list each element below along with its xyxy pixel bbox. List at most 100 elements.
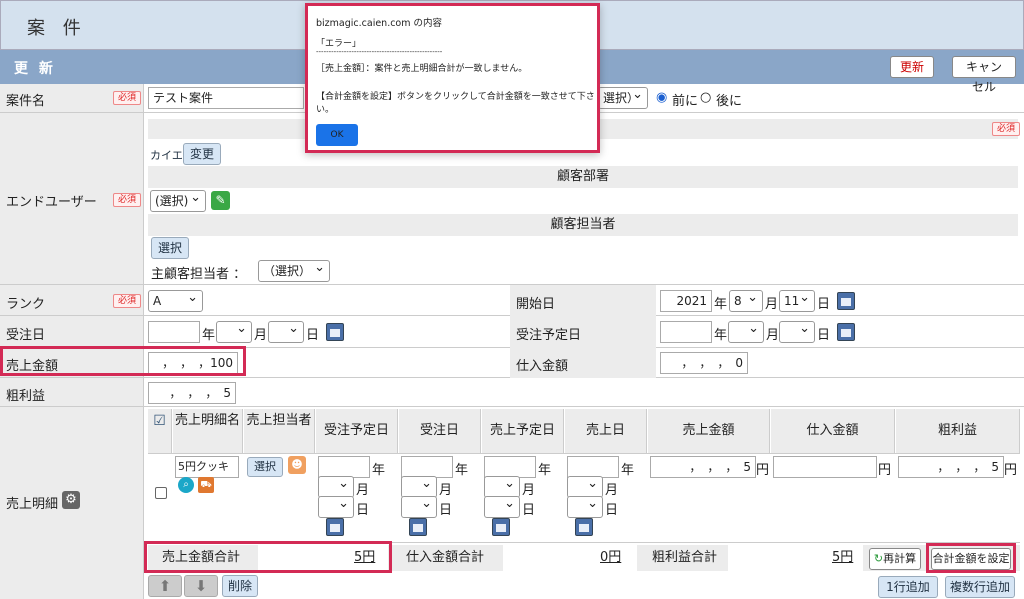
required-badge: 必須 — [113, 91, 141, 105]
day-unit: 日 — [522, 503, 536, 518]
case-name-input[interactable]: テスト案件 — [148, 87, 304, 109]
add-row-button[interactable]: 1行追加 — [878, 576, 938, 598]
page-title: 案 件 — [27, 18, 87, 39]
detail-day-select[interactable] — [484, 494, 520, 518]
col-header: 受注予定日 — [316, 409, 398, 453]
purchase-amount-input[interactable]: ， ， ， 0 — [660, 352, 748, 374]
month-unit: 月 — [766, 328, 780, 343]
case-name-label: 案件名 — [6, 94, 46, 109]
main-contact-select[interactable]: （選択） — [258, 258, 330, 282]
recalc-label: 再計算 — [883, 552, 917, 565]
recalc-button[interactable]: ↻再計算 — [869, 548, 921, 570]
dept-select[interactable]: (選択) — [150, 188, 206, 212]
start-date-label: 開始日 — [516, 297, 556, 312]
planned-month-select[interactable] — [728, 319, 764, 343]
radio-before-icon[interactable]: ◉ — [656, 90, 667, 105]
year-unit: 年 — [538, 463, 552, 478]
col-header: 受注日 — [399, 409, 481, 453]
purchase-amount-label: 仕入金額 — [516, 359, 569, 374]
ok-button[interactable]: OK — [316, 124, 358, 146]
month-unit: 月 — [522, 483, 536, 498]
move-down-icon[interactable]: ⬇ — [184, 575, 218, 597]
calendar-icon[interactable] — [409, 518, 427, 536]
delete-button[interactable]: 削除 — [222, 575, 258, 597]
year-unit: 年 — [455, 463, 469, 478]
start-year-input[interactable]: 2021 — [660, 290, 712, 312]
sales-total-highlight — [144, 541, 392, 573]
calendar-icon[interactable] — [575, 518, 593, 536]
update-button[interactable]: 更新 — [890, 56, 934, 78]
calendar-icon[interactable] — [326, 518, 344, 536]
detail-purchase-input[interactable] — [773, 456, 877, 478]
rank-label: ランク — [6, 297, 46, 312]
detail-day-select[interactable] — [401, 494, 437, 518]
calendar-icon[interactable] — [326, 323, 344, 341]
col-header: 売上金額 — [648, 409, 770, 453]
start-month-select[interactable]: 8 — [729, 288, 763, 312]
radio-before-label: 前に — [672, 94, 699, 109]
order-date-row: 受注日 年 月 日 受注予定日 年 月 日 — [0, 316, 1024, 348]
radio-after-label: 後に — [716, 94, 743, 109]
month-unit: 月 — [765, 297, 779, 312]
required-badge: 必須 — [113, 193, 141, 207]
day-unit: 日 — [817, 328, 831, 343]
radio-after-icon[interactable]: ○ — [700, 90, 711, 105]
dept-header: 顧客部署 — [148, 166, 1018, 188]
month-unit: 月 — [356, 483, 370, 498]
gear-icon[interactable]: ⚙ — [62, 491, 80, 509]
set-total-highlight — [926, 543, 1016, 573]
cart-icon[interactable]: ⛟ — [198, 477, 214, 493]
move-up-icon[interactable]: ⬆ — [148, 575, 182, 597]
add-multiple-rows-button[interactable]: 複数行追加 — [945, 576, 1015, 598]
day-unit: 日 — [605, 503, 619, 518]
case-position-select[interactable]: 選択） — [598, 85, 648, 109]
order-date-label: 受注日 — [6, 328, 46, 343]
check-all-icon[interactable]: ☑ — [153, 413, 166, 429]
dialog-message: 【合計金額を設定】ボタンをクリックして合計金額を一致させて下さい。 — [316, 92, 595, 115]
planned-day-select[interactable] — [779, 319, 815, 343]
gross-profit-input[interactable]: ， ， ， 5 — [148, 382, 236, 404]
year-unit: 年 — [372, 463, 386, 478]
detail-sales-input[interactable]: ， ， ， 5 — [650, 456, 756, 478]
year-unit: 年 — [714, 328, 728, 343]
yen-unit: 円 — [756, 463, 770, 478]
order-day-select[interactable] — [268, 319, 304, 343]
planned-year-input[interactable] — [660, 321, 712, 343]
order-year-input[interactable] — [148, 321, 200, 343]
required-badge: 必須 — [113, 294, 141, 308]
search-icon[interactable]: ⌕ — [178, 477, 194, 493]
dialog-separator: ----------------------------------------… — [316, 48, 443, 56]
row-checkbox[interactable] — [155, 487, 167, 499]
section-title: 更 新 — [14, 61, 56, 77]
month-unit: 月 — [439, 483, 453, 498]
change-button[interactable]: 変更 — [183, 143, 221, 165]
cancel-button[interactable]: キャンセル — [952, 56, 1016, 94]
rank-select[interactable]: A — [148, 288, 203, 312]
purchase-total-value: 0円 — [600, 550, 622, 565]
sales-amount-highlight — [0, 346, 246, 376]
check-all-header: ☑ — [148, 409, 172, 453]
gross-profit-label: 粗利益 — [6, 389, 46, 404]
edit-icon[interactable]: ✎ — [211, 191, 230, 210]
purchase-total-label: 仕入金額合計 — [406, 550, 485, 565]
person-icon[interactable]: ☻ — [288, 456, 306, 474]
gross-profit-row: 粗利益 ， ， ， 5 — [0, 378, 1024, 407]
calendar-icon[interactable] — [837, 323, 855, 341]
order-planned-label: 受注予定日 — [516, 328, 582, 343]
calendar-icon[interactable] — [837, 292, 855, 310]
refresh-icon: ↻ — [873, 552, 884, 565]
calendar-icon[interactable] — [492, 518, 510, 536]
detail-profit-input[interactable]: ， ， ， 5 — [898, 456, 1004, 478]
detail-day-select[interactable] — [567, 494, 603, 518]
day-unit: 日 — [817, 297, 831, 312]
select-staff-button[interactable]: 選択 — [247, 457, 283, 477]
detail-day-select[interactable] — [318, 494, 354, 518]
col-header: 売上担当者 — [244, 409, 315, 453]
order-month-select[interactable] — [216, 319, 252, 343]
detail-name-input[interactable]: 5円クッキー — [175, 456, 239, 493]
error-dialog: bizmagic.caien.com の内容 「エラー」 -----------… — [305, 3, 600, 153]
select-contact-button[interactable]: 選択 — [151, 237, 189, 259]
start-day-select[interactable]: 11 — [779, 288, 815, 312]
day-unit: 日 — [356, 503, 370, 518]
day-unit: 日 — [306, 328, 320, 343]
